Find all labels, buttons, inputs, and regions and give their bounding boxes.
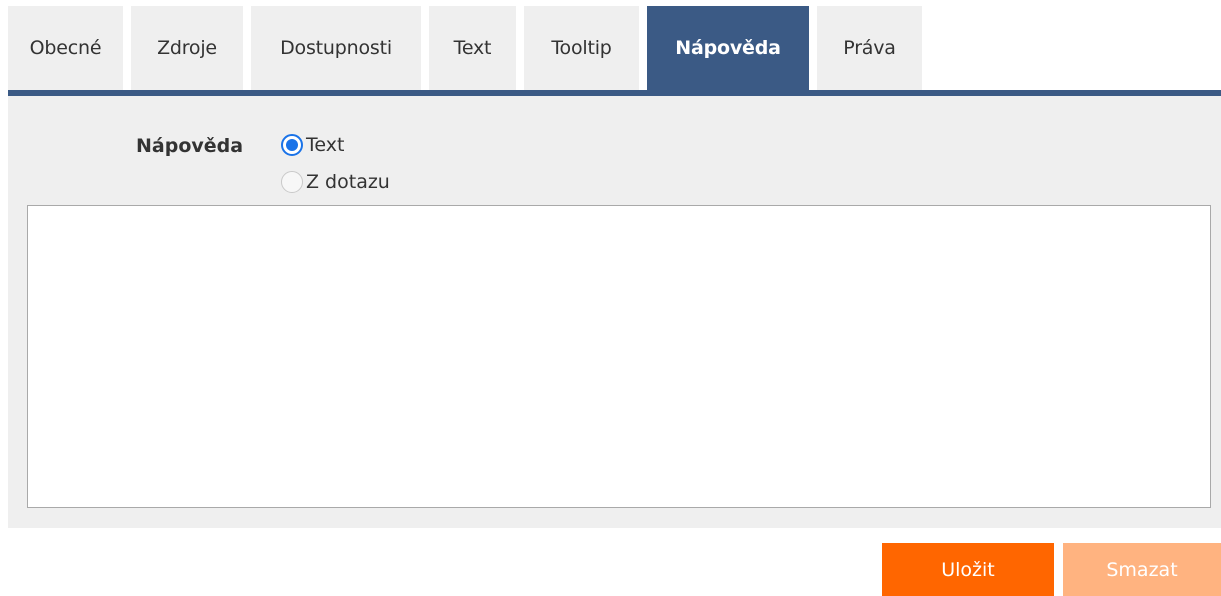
tab-bar: Obecné Zdroje Dostupnosti Text Tooltip N…	[8, 6, 930, 90]
radio-unchecked-icon[interactable]	[281, 171, 303, 193]
radio-option-z-dotazu[interactable]: Z dotazu	[281, 171, 390, 193]
tab-napoveda[interactable]: Nápověda	[647, 6, 809, 90]
radio-checked-icon[interactable]	[281, 134, 303, 156]
radio-label-text: Text	[306, 134, 345, 156]
tab-tooltip[interactable]: Tooltip	[524, 6, 639, 90]
delete-button[interactable]: Smazat	[1063, 543, 1221, 596]
tab-prava[interactable]: Práva	[817, 6, 922, 90]
radio-option-text[interactable]: Text	[281, 134, 344, 156]
tab-zdroje[interactable]: Zdroje	[131, 6, 243, 90]
save-button[interactable]: Uložit	[882, 543, 1054, 596]
help-text-area[interactable]	[27, 205, 1211, 508]
radio-label-z-dotazu: Z dotazu	[306, 171, 390, 193]
tab-dostupnosti[interactable]: Dostupnosti	[251, 6, 421, 90]
tab-obecne[interactable]: Obecné	[8, 6, 123, 90]
help-field-label: Nápověda	[136, 135, 244, 157]
tab-text[interactable]: Text	[429, 6, 516, 90]
